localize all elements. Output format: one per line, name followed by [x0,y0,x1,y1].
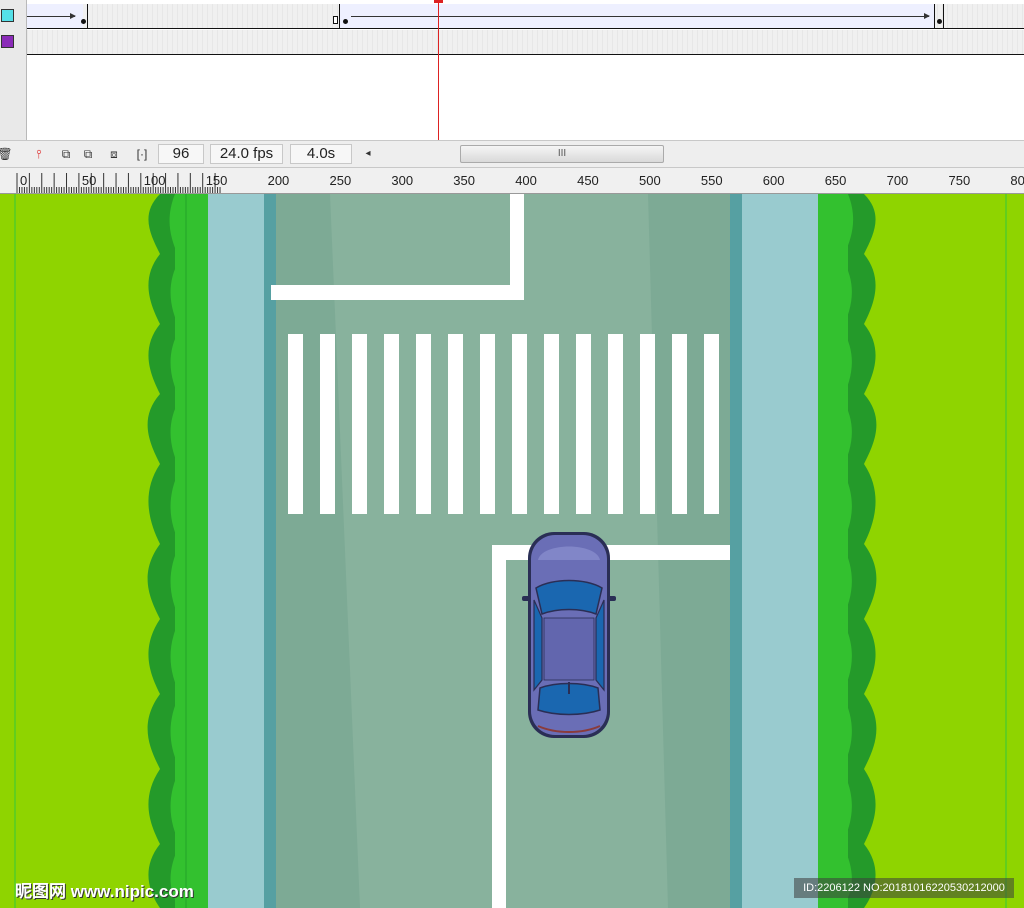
crosswalk-stripe [576,334,591,514]
blue-car [522,532,616,738]
span-boundary [934,4,935,28]
left-curb [264,194,276,908]
ruler-label: 500 [639,173,661,188]
crosswalk-stripe [640,334,655,514]
ruler-label: 250 [330,173,352,188]
ruler-label: 300 [391,173,413,188]
current-frame-readout: 96 [158,144,204,164]
layer-list [0,0,27,140]
road-scene [0,194,1024,908]
crosswalk-stripe [416,334,431,514]
ruler-label: 650 [825,173,847,188]
right-curb [730,194,742,908]
stage-ruler: 0 50 100 150 200 250 300 350 400 450 500 550 600 650 7… [0,168,1024,194]
layer-track-2[interactable] [27,30,1024,55]
layer-track-1[interactable] [27,4,1024,29]
layer-color-swatch-cyan[interactable] [1,9,14,22]
ruler-label: 550 [701,173,723,188]
crosswalk-stripe [544,334,559,514]
tween-arrow [27,13,76,19]
scroll-left-arrow-icon[interactable]: ◂ [362,146,374,162]
playhead-handle[interactable] [434,0,443,3]
ruler-label: 0 [20,173,27,188]
ruler-label: 150 [206,173,228,188]
stage-canvas[interactable] [0,194,1024,908]
modify-onion-markers-icon[interactable]: [·] [134,146,150,162]
elapsed-time-readout: 4.0s [290,144,352,164]
trash-icon[interactable]: 🗑 [0,146,13,162]
crosswalk-stripe [384,334,399,514]
ruler-label: 400 [515,173,537,188]
crosswalk-stripe [288,334,303,514]
edit-multiple-frames-icon[interactable]: ⧈ [106,146,122,162]
ruler-label: 100 [144,173,166,188]
crosswalk-stripe [608,334,623,514]
ruler-label: 450 [577,173,599,188]
crosswalk-stripe [448,334,463,514]
crosswalk-stripe [672,334,687,514]
ruler-label: 600 [763,173,785,188]
ruler-label: 750 [949,173,971,188]
flash-editor-window: 🗑 ⫯ ⧉ ⧉ ⧈ [·] 96 24.0 fps 4.0s ◂ III 0 50… [0,0,1024,908]
onion-skin-outlines-icon[interactable]: ⧉ [80,146,96,162]
layer-color-swatch-purple[interactable] [1,35,14,48]
frame-grid[interactable] [27,0,1024,140]
crosswalk-stripe [704,334,719,514]
ruler-label: 700 [887,173,909,188]
crosswalk-stripe [512,334,527,514]
ruler-label: 50 [82,173,96,188]
right-sidewalk [742,194,818,908]
timeline-panel: 🗑 ⫯ ⧉ ⧉ ⧈ [·] 96 24.0 fps 4.0s ◂ III [0,0,1024,168]
span-boundary [943,4,944,28]
left-sidewalk [208,194,264,908]
onion-skin-icon[interactable]: ⧉ [58,146,74,162]
ruler-label: 200 [268,173,290,188]
left-hedge [147,194,208,908]
crosswalk-stripe [480,334,495,514]
watermark-site: 昵图网 www.nipic.com [15,882,194,901]
keyframe[interactable] [937,19,942,24]
frame-rate-readout[interactable]: 24.0 fps [210,144,283,164]
timeline-scroll-thumb[interactable]: III [460,145,664,163]
keyframe[interactable] [81,19,86,24]
crosswalk-stripe [352,334,367,514]
timeline-toolbar: 🗑 ⫯ ⧉ ⧉ ⧈ [·] 96 24.0 fps 4.0s ◂ III [0,140,1024,168]
empty-keyframe[interactable] [333,16,338,24]
keyframe[interactable] [343,19,348,24]
right-hedge [818,194,877,908]
crosswalk-stripe [320,334,335,514]
ruler-label: 350 [453,173,475,188]
span-boundary [87,4,88,28]
ruler-label: 80 [1010,173,1024,188]
watermark-id: ID:2206122 NO:20181016220530212000 [794,878,1014,898]
center-frame-icon[interactable]: ⫯ [31,146,47,162]
playhead[interactable] [438,0,439,140]
ruler-ticks: 0 50 100 150 200 250 300 350 400 450 500 550 600 650 7… [16,173,1024,193]
